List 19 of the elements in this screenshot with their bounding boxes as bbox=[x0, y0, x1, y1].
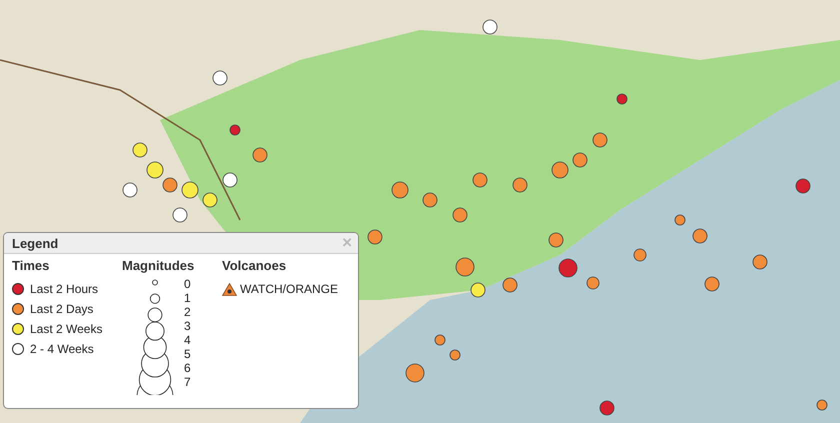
volcano-warning-icon bbox=[222, 282, 237, 296]
magnitude-value: 2 bbox=[184, 305, 191, 319]
magnitude-value: 6 bbox=[184, 361, 191, 375]
volcano-label: WATCH/ORANGE bbox=[240, 282, 338, 296]
time-label: Last 2 Days bbox=[30, 302, 94, 316]
time-label: Last 2 Hours bbox=[30, 282, 98, 296]
magnitude-value: 4 bbox=[184, 333, 191, 347]
volcanoes-heading: Volcanoes bbox=[222, 258, 288, 273]
magnitudes-heading: Magnitudes bbox=[122, 258, 196, 273]
times-heading: Times bbox=[12, 258, 50, 273]
magnitude-value: 0 bbox=[184, 277, 191, 291]
time-label: Last 2 Weeks bbox=[30, 322, 102, 336]
magnitude-value: 5 bbox=[184, 347, 191, 361]
close-icon[interactable]: × bbox=[342, 236, 352, 250]
magnitude-value: 1 bbox=[184, 291, 191, 305]
time-label: 2 - 4 Weeks bbox=[30, 342, 94, 356]
legend-title: Legend bbox=[12, 236, 58, 250]
magnitude-value: 3 bbox=[184, 319, 191, 333]
magnitude-value: 7 bbox=[184, 375, 191, 389]
